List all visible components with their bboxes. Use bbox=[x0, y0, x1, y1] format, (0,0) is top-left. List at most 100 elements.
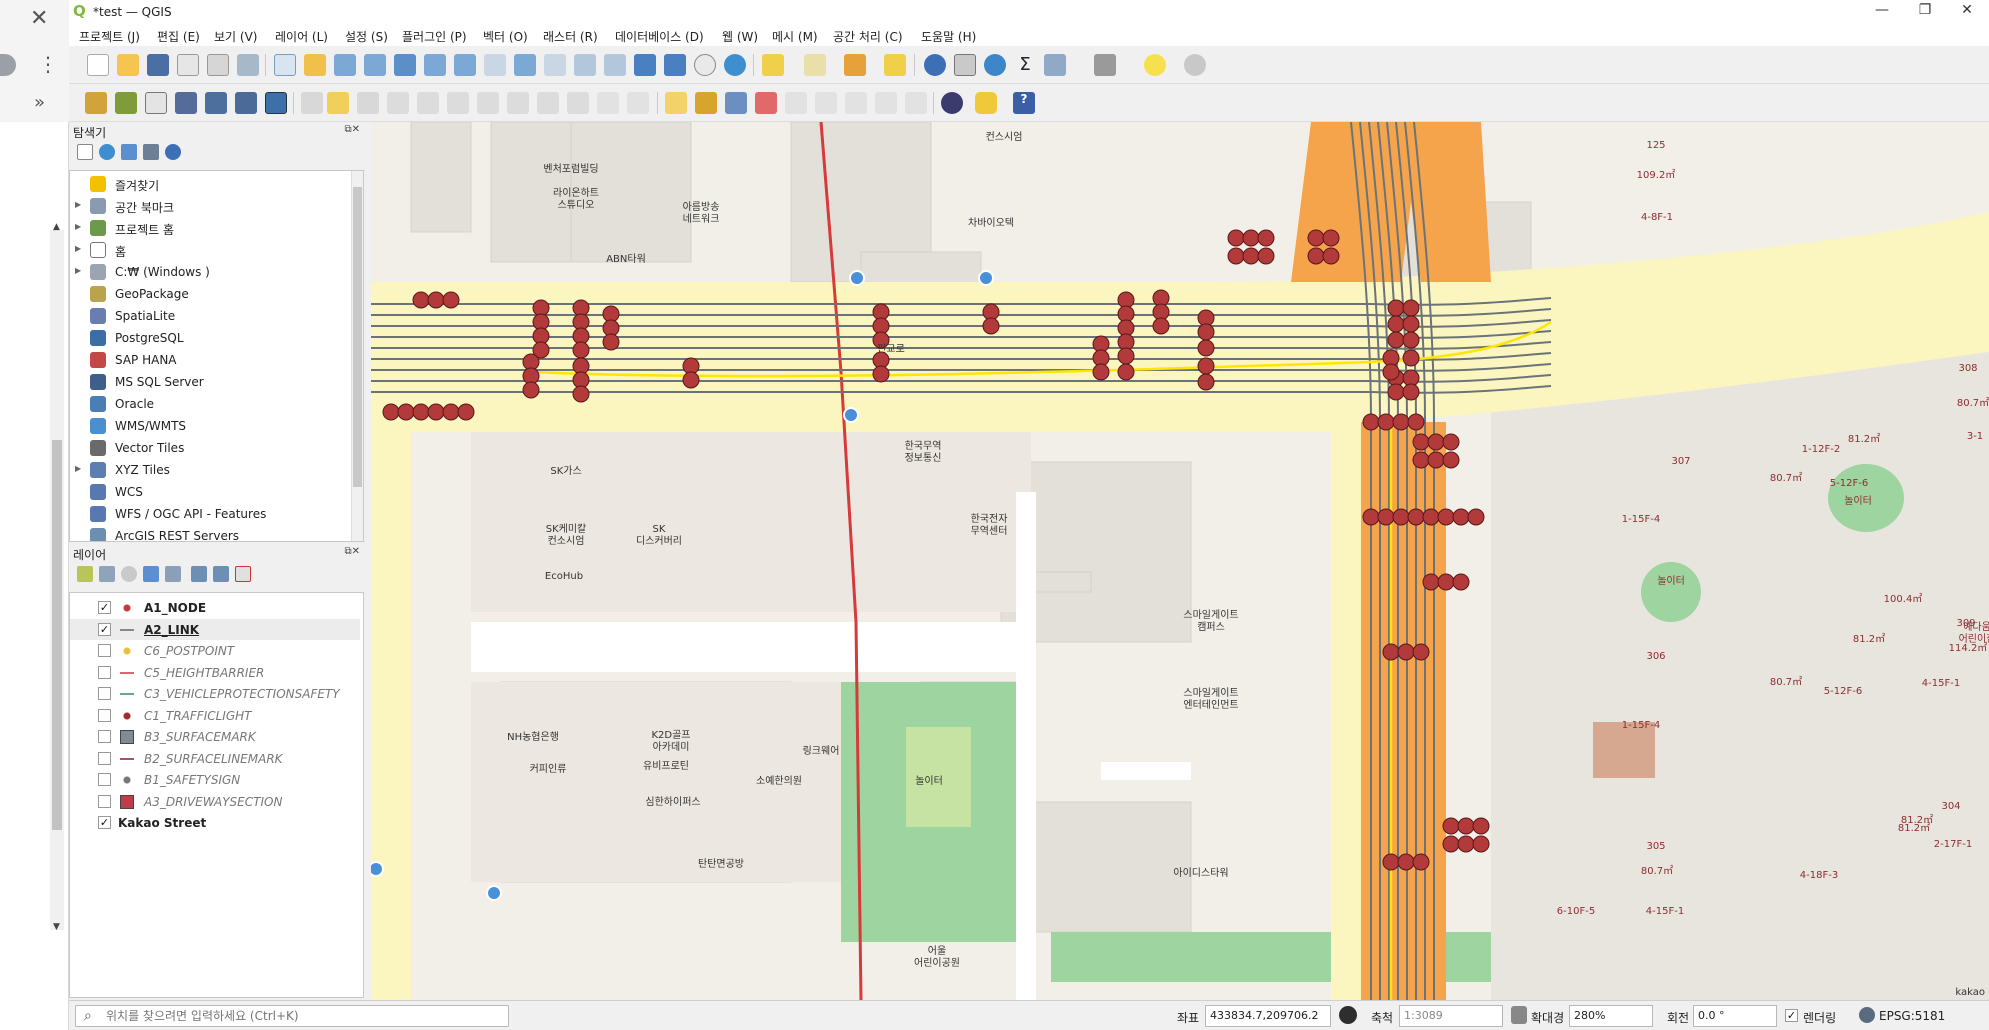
pan-to-selection-icon[interactable] bbox=[304, 54, 326, 76]
layer-visibility-checkbox[interactable] bbox=[98, 730, 111, 743]
data-source-manager-icon[interactable] bbox=[85, 92, 107, 114]
side-scrollbar-thumb[interactable] bbox=[52, 440, 62, 830]
browser-item[interactable]: Vector Tiles bbox=[70, 437, 352, 459]
layer-visibility-checkbox[interactable] bbox=[98, 751, 111, 765]
browser-item[interactable]: 즐겨찾기 bbox=[70, 173, 352, 195]
browser-scrollbar[interactable] bbox=[351, 171, 363, 541]
minimize-button[interactable]: — bbox=[1862, 2, 1902, 22]
render-checkbox[interactable]: ✓ bbox=[1785, 1009, 1798, 1022]
zoom-next-icon[interactable] bbox=[544, 54, 566, 76]
menu-web[interactable]: 웹 (W) bbox=[722, 28, 758, 45]
select-by-value-icon[interactable] bbox=[804, 54, 826, 76]
layer-item[interactable]: A3_DRIVEWAYSECTION bbox=[70, 791, 360, 812]
layer-item[interactable]: C6_POSTPOINT bbox=[70, 640, 360, 661]
crs-label[interactable]: EPSG:5181 bbox=[1879, 1009, 1945, 1023]
new-print-layout-icon[interactable] bbox=[177, 54, 199, 76]
map-canvas[interactable]: 컨스시엄 벤처포럼빌딩 라이온하트 스튜디오 아름방송 네트워크 차바이오텍 ABN타워 판교로… bbox=[371, 122, 1989, 1000]
maximize-button[interactable]: ❐ bbox=[1905, 2, 1945, 22]
scroll-down-icon[interactable]: ▼ bbox=[53, 922, 60, 932]
deselect-icon[interactable] bbox=[844, 54, 866, 76]
browser-item[interactable]: MS SQL Server bbox=[70, 371, 352, 393]
zoom-in-icon[interactable] bbox=[334, 54, 356, 76]
new-virtual-layer-icon[interactable] bbox=[205, 92, 227, 114]
zoom-last-icon[interactable] bbox=[514, 54, 536, 76]
layer-visibility-checkbox[interactable]: ✓ bbox=[98, 816, 111, 829]
pan-icon[interactable] bbox=[274, 54, 296, 76]
locator-icon[interactable] bbox=[1184, 54, 1206, 76]
layer-visibility-checkbox[interactable] bbox=[98, 665, 111, 679]
expand-all-icon[interactable] bbox=[191, 566, 207, 582]
zoom-to-layer-icon[interactable] bbox=[454, 54, 476, 76]
digitize-icon[interactable] bbox=[387, 92, 409, 114]
layer-visibility-checkbox[interactable] bbox=[98, 644, 111, 657]
menu-mesh[interactable]: 메시 (M) bbox=[772, 28, 818, 45]
menu-view[interactable]: 보기 (V) bbox=[214, 28, 257, 45]
expand-arrow-icon[interactable]: ▶ bbox=[75, 464, 81, 473]
help-icon[interactable]: ? bbox=[1013, 92, 1035, 114]
browser-item[interactable]: ▶ 공간 북마크 bbox=[70, 195, 352, 217]
undo-icon[interactable] bbox=[597, 92, 619, 114]
layer-item[interactable]: B2_SURFACELINEMARK bbox=[70, 748, 360, 769]
properties-icon[interactable] bbox=[165, 144, 181, 160]
browser-item[interactable]: ▶ XYZ Tiles bbox=[70, 459, 352, 481]
modify-attributes-icon[interactable] bbox=[447, 92, 469, 114]
processing-toolbox-icon[interactable] bbox=[984, 54, 1006, 76]
expand-arrow-icon[interactable]: ▶ bbox=[75, 200, 81, 209]
show-bookmarks-icon[interactable] bbox=[664, 54, 686, 76]
menu-plugins[interactable]: 플러그인 (P) bbox=[402, 28, 467, 45]
delete-selected-icon[interactable] bbox=[477, 92, 499, 114]
map-tips-icon[interactable] bbox=[1144, 54, 1166, 76]
more-icon[interactable]: ⋮ bbox=[38, 52, 58, 76]
layer-item[interactable]: C1_TRAFFICLIGHT bbox=[70, 705, 360, 726]
layer-visibility-checkbox[interactable] bbox=[98, 708, 111, 722]
current-edits-icon[interactable] bbox=[301, 92, 323, 114]
browser-item[interactable]: GeoPackage bbox=[70, 283, 352, 305]
close-window-button[interactable]: ✕ bbox=[1947, 2, 1987, 22]
expand-arrow-icon[interactable]: ▶ bbox=[75, 266, 81, 275]
layer-item[interactable]: C5_HEIGHTBARRIER bbox=[70, 662, 360, 683]
add-raster-layer-icon[interactable] bbox=[235, 92, 257, 114]
diagram-tool-icon[interactable] bbox=[695, 92, 717, 114]
filter-icon[interactable] bbox=[121, 144, 137, 160]
menu-settings[interactable]: 설정 (S) bbox=[345, 28, 388, 45]
attribute-table-icon[interactable] bbox=[954, 54, 976, 76]
statistics-icon[interactable]: Σ bbox=[1014, 54, 1036, 76]
locator-search[interactable]: ⌕ bbox=[75, 1005, 509, 1027]
new-3d-view-icon[interactable] bbox=[604, 54, 626, 76]
browser-item[interactable]: ArcGIS REST Servers bbox=[70, 525, 352, 541]
panel-float-close-icon[interactable]: ⧉✕ bbox=[344, 124, 360, 135]
close-icon[interactable]: ✕ bbox=[30, 6, 48, 31]
new-project-icon[interactable] bbox=[87, 54, 109, 76]
layer-styling-icon[interactable] bbox=[77, 566, 93, 582]
browser-scrollbar-thumb[interactable] bbox=[353, 187, 362, 487]
browser-item[interactable]: SAP HANA bbox=[70, 349, 352, 371]
layer-item[interactable]: ✓ A1_NODE bbox=[70, 597, 360, 618]
new-shapefile-layer-icon[interactable] bbox=[145, 92, 167, 114]
style-manager-icon[interactable] bbox=[237, 54, 259, 76]
layer-visibility-checkbox[interactable]: ✓ bbox=[98, 622, 111, 636]
filter-by-expression-icon[interactable] bbox=[165, 566, 181, 582]
identify-icon[interactable] bbox=[924, 54, 946, 76]
map-render[interactable]: 컨스시엄벤처포럼빌딩라이온하트 스튜디오 아름방송 네트워크 차바이오텍ABN타워판교로… bbox=[371, 122, 1989, 1000]
magnifier-field[interactable]: 280% bbox=[1569, 1005, 1653, 1027]
add-group-icon[interactable] bbox=[99, 566, 115, 582]
browser-item[interactable]: ▶ C:₩ (Windows ) bbox=[70, 261, 352, 283]
add-selected-layers-icon[interactable] bbox=[77, 144, 93, 160]
vertex-tool-icon[interactable] bbox=[417, 92, 439, 114]
layer-visibility-checkbox[interactable] bbox=[98, 773, 111, 786]
layer-visibility-checkbox[interactable] bbox=[98, 687, 111, 700]
toggle-labels-icon[interactable] bbox=[755, 92, 777, 114]
add-vector-layer-icon[interactable] bbox=[265, 92, 287, 114]
locator-input[interactable] bbox=[106, 1008, 496, 1024]
pin-labels-icon[interactable] bbox=[785, 92, 807, 114]
layout-manager-icon[interactable] bbox=[207, 54, 229, 76]
menu-edit[interactable]: 편집 (E) bbox=[157, 28, 200, 45]
menu-database[interactable]: 데이터베이스 (D) bbox=[615, 28, 704, 45]
layer-visibility-checkbox[interactable]: ✓ bbox=[98, 601, 111, 614]
highlight-pinned-labels-icon[interactable] bbox=[725, 92, 747, 114]
lock-scale-icon[interactable] bbox=[1511, 1006, 1527, 1024]
browser-item[interactable]: ▶ 홈 bbox=[70, 239, 352, 261]
collapse-all-icon[interactable] bbox=[143, 144, 159, 160]
filter-legend-icon[interactable] bbox=[143, 566, 159, 582]
layer-item[interactable]: C3_VEHICLEPROTECTIONSAFETY bbox=[70, 683, 360, 704]
